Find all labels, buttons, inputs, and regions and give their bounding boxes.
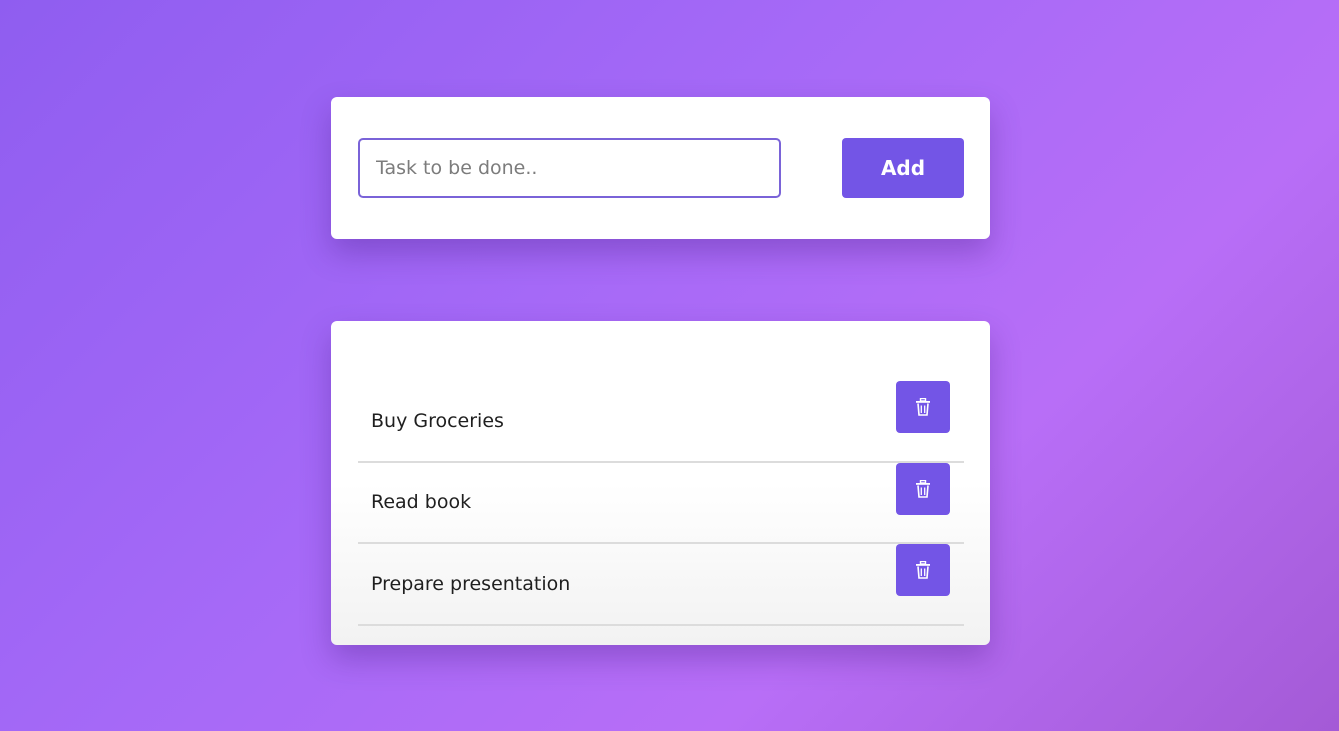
add-button[interactable]: Add	[842, 138, 964, 198]
task-label: Prepare presentation	[371, 572, 571, 595]
task-label: Buy Groceries	[371, 409, 504, 432]
trash-icon	[916, 479, 930, 498]
task-list: Buy Groceries Read book Prepare presenta…	[358, 381, 964, 626]
trash-icon	[916, 398, 930, 416]
trash-icon	[916, 561, 930, 579]
delete-task-button[interactable]	[896, 544, 950, 596]
task-list-card: Buy Groceries Read book Prepare presenta…	[331, 321, 990, 645]
delete-task-button[interactable]	[896, 381, 950, 433]
task-item: Buy Groceries	[358, 381, 964, 463]
task-item: Prepare presentation	[358, 544, 964, 626]
task-input-card: Add	[331, 97, 990, 239]
task-input[interactable]	[358, 138, 781, 198]
delete-task-button[interactable]	[896, 462, 950, 515]
task-label: Read book	[371, 491, 472, 514]
task-item: Read book	[358, 462, 964, 544]
